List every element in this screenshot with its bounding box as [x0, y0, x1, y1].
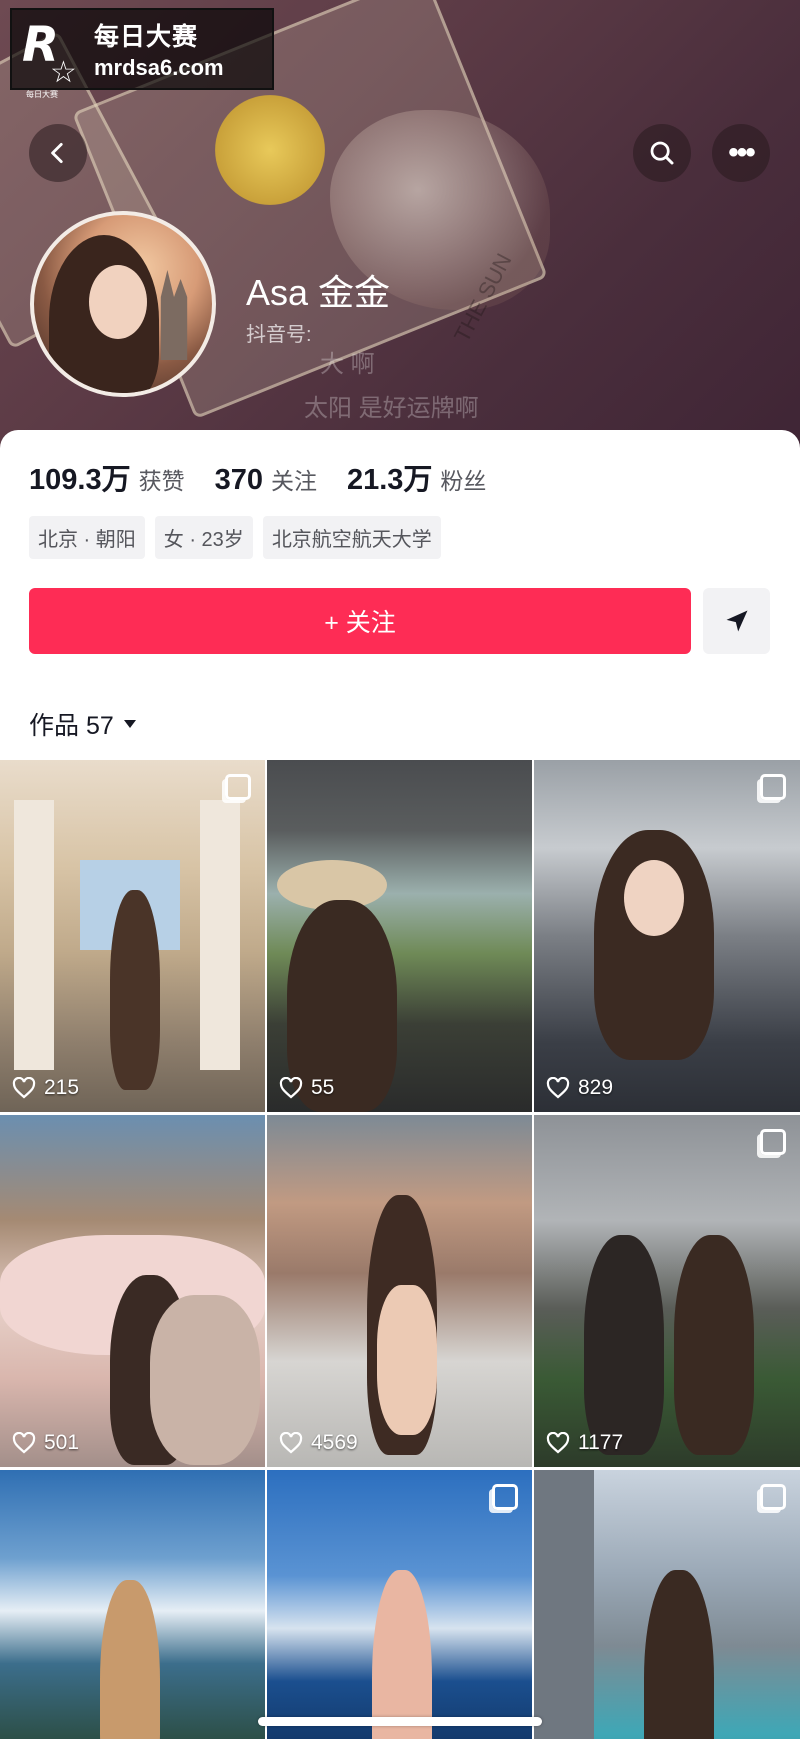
avatar[interactable] — [30, 211, 216, 397]
school-tag[interactable]: 北京航空航天大学 — [262, 516, 441, 559]
like-count-value: 215 — [44, 1076, 80, 1099]
video-tile[interactable]: 501 — [0, 1115, 265, 1467]
like-count-value: 55 — [311, 1076, 335, 1099]
like-count: 829 — [546, 1076, 613, 1100]
more-dots-icon: ••• — [728, 136, 755, 169]
video-tile[interactable]: 1177 — [534, 1115, 800, 1467]
likes-count[interactable]: 109.3万 — [29, 456, 131, 498]
works-tab-label: 作品 57 — [29, 712, 114, 740]
send-icon — [726, 610, 747, 632]
followers-label[interactable]: 粉丝 — [440, 462, 486, 496]
like-count-value: 4569 — [311, 1431, 358, 1454]
like-count-value: 829 — [578, 1076, 614, 1099]
chevron-left-icon — [51, 142, 63, 164]
heart-icon — [546, 1432, 570, 1454]
location-tag: 北京 · 朝阳 — [29, 516, 145, 559]
video-tile[interactable] — [267, 1470, 532, 1739]
like-count: 4569 — [279, 1431, 358, 1455]
video-tile[interactable]: 55 — [267, 760, 532, 1112]
tab-works[interactable]: 作品 57 — [29, 706, 138, 742]
stats-row: 109.3万 获赞 370 关注 21.3万 粉丝 — [29, 456, 516, 498]
search-button[interactable] — [633, 124, 691, 182]
video-grid: 215 55 829 501 4569 1177 — [0, 760, 800, 1739]
cover-overlay-line2: 太阳 是好运牌啊 — [304, 395, 479, 422]
watermark-logo: R ☆ 每日大赛 — [22, 18, 84, 99]
like-count-value: 501 — [44, 1431, 80, 1454]
site-watermark: R ☆ 每日大赛 每日大赛 mrdsa6.com — [10, 8, 274, 99]
like-count: 215 — [12, 1076, 79, 1100]
heart-icon — [12, 1432, 36, 1454]
video-tile[interactable] — [0, 1470, 265, 1739]
multi-image-icon — [492, 1484, 518, 1510]
video-tile[interactable]: 829 — [534, 760, 800, 1112]
profile-tags: 北京 · 朝阳 女 · 23岁 北京航空航天大学 — [29, 516, 441, 559]
video-tile[interactable] — [534, 1470, 800, 1739]
like-count: 501 — [12, 1431, 79, 1455]
home-indicator[interactable] — [258, 1717, 542, 1726]
video-tile[interactable]: 4569 — [267, 1115, 532, 1467]
heart-icon — [279, 1432, 303, 1454]
cover-overlay-line1: 大 啊 — [320, 351, 375, 378]
heart-icon — [12, 1077, 36, 1099]
like-count: 1177 — [546, 1431, 623, 1455]
search-icon — [650, 141, 674, 165]
watermark-logo-small: 每日大赛 — [26, 90, 58, 99]
follow-button[interactable]: + 关注 — [29, 588, 691, 654]
watermark-title: 每日大赛 — [94, 23, 199, 51]
watermark-url: mrdsa6.com — [94, 55, 224, 80]
douyin-id-label: 抖音号: — [246, 324, 312, 346]
gender-age-tag: 女 · 23岁 — [154, 516, 253, 559]
video-tile[interactable]: 215 — [0, 760, 265, 1112]
multi-image-icon — [760, 1484, 786, 1510]
heart-icon — [279, 1077, 303, 1099]
share-button[interactable] — [703, 588, 770, 654]
like-count-value: 1177 — [578, 1431, 624, 1454]
heart-icon — [546, 1077, 570, 1099]
likes-label[interactable]: 获赞 — [139, 462, 185, 496]
sun-illustration — [215, 95, 325, 205]
multi-image-icon — [760, 1129, 786, 1155]
multi-image-icon — [760, 774, 786, 800]
like-count: 55 — [279, 1076, 334, 1100]
following-count[interactable]: 370 — [215, 464, 263, 497]
multi-image-icon — [225, 774, 251, 800]
more-button[interactable]: ••• — [712, 124, 770, 182]
followers-count[interactable]: 21.3万 — [347, 456, 432, 498]
profile-name: Asa 金金 — [246, 272, 391, 313]
following-label[interactable]: 关注 — [271, 462, 317, 496]
profile-info-panel: 109.3万 获赞 370 关注 21.3万 粉丝 北京 · 朝阳 女 · 23… — [0, 430, 800, 760]
back-button[interactable] — [29, 124, 87, 182]
caret-down-icon — [123, 720, 136, 728]
